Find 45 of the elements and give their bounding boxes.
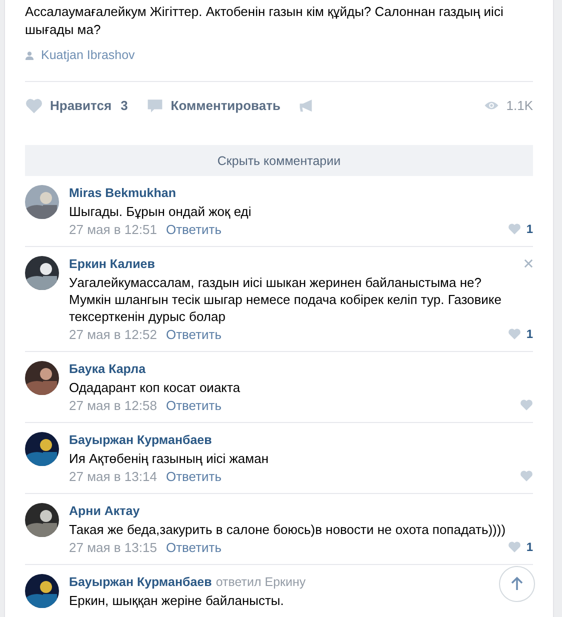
reply-link[interactable]: Ответить: [166, 468, 222, 484]
post-text: Ассалаумағалейкум Жігіттер. Актобенін газын кім құйды? Салоннан газдың иісі шығады ма?: [25, 3, 504, 39]
author-link[interactable]: Kuatjan Ibrashov: [41, 48, 135, 62]
view-count: 1.1K: [506, 98, 533, 113]
hide-comments-button[interactable]: Скрыть комментарии: [25, 145, 533, 176]
comment-like-button[interactable]: 1: [508, 327, 533, 341]
comment-like-button[interactable]: 1: [508, 222, 533, 236]
comment-text: Одадарант коп косат оиакта: [69, 379, 242, 396]
comment-text: Ия Ақтөбенің газының иісі жаман: [69, 450, 270, 467]
commenter-name[interactable]: Бауыржан Курманбаев: [69, 575, 212, 589]
heart-icon: [25, 98, 43, 114]
replied-to-link[interactable]: ответил Еркину: [216, 575, 306, 589]
comment-like-button[interactable]: 1: [508, 540, 533, 554]
comment-time: 27 мая в 12:58: [69, 398, 157, 412]
commenter-name[interactable]: Баука Карла: [69, 362, 146, 376]
close-icon[interactable]: [524, 259, 533, 268]
heart-icon: [508, 328, 522, 340]
reply-link[interactable]: Ответить: [166, 540, 222, 554]
commenter-name[interactable]: Бауыржан Курманбаев: [69, 433, 212, 447]
arrow-up-icon: [509, 576, 525, 592]
person-icon: [25, 50, 34, 60]
comment-time: 27 мая в 13:14: [69, 468, 157, 484]
comment-like-button[interactable]: [520, 399, 533, 411]
comment-time: 27 мая в 12:52: [69, 326, 157, 342]
speech-bubble-icon: [146, 98, 164, 114]
reply-link[interactable]: Ответить: [166, 398, 222, 412]
comment-time: 27 мая в 13:15: [69, 540, 157, 554]
reply-link[interactable]: Ответить: [166, 222, 222, 236]
comment-text: Еркин, шыққан жеріне байланысты.: [69, 592, 285, 609]
heart-icon: [508, 541, 522, 553]
comment-time: 27 мая в 12:51: [69, 222, 157, 236]
commenter-name[interactable]: Еркин Калиев: [69, 257, 155, 271]
heart-icon: [520, 470, 533, 482]
commenter-name[interactable]: Miras Bekmukhan: [69, 186, 176, 200]
comment-button[interactable]: Комментировать: [146, 98, 280, 114]
comment-like-button[interactable]: [520, 470, 533, 482]
heart-icon: [520, 399, 533, 411]
like-button[interactable]: Нравится 3: [25, 98, 128, 114]
comment-text: Такая же беда,закурить в салоне боюсь)в новости не охота попадать)))): [69, 521, 507, 538]
eye-icon: [484, 100, 500, 111]
reply-link[interactable]: Ответить: [166, 326, 222, 342]
comment-text: Шыгады. Бұрын ондай жоқ еді: [69, 203, 252, 220]
comment-text: Уагалейкумассалам, газдын иісі шыкан жеринен байланыстыма не? Мумкін шлангын тесік шыгар немесе подача кобірек келіп тур. Газовике тексерткенін дурыс болар: [69, 274, 502, 325]
heart-icon: [508, 223, 522, 235]
commenter-name[interactable]: Арни Актау: [69, 504, 140, 518]
